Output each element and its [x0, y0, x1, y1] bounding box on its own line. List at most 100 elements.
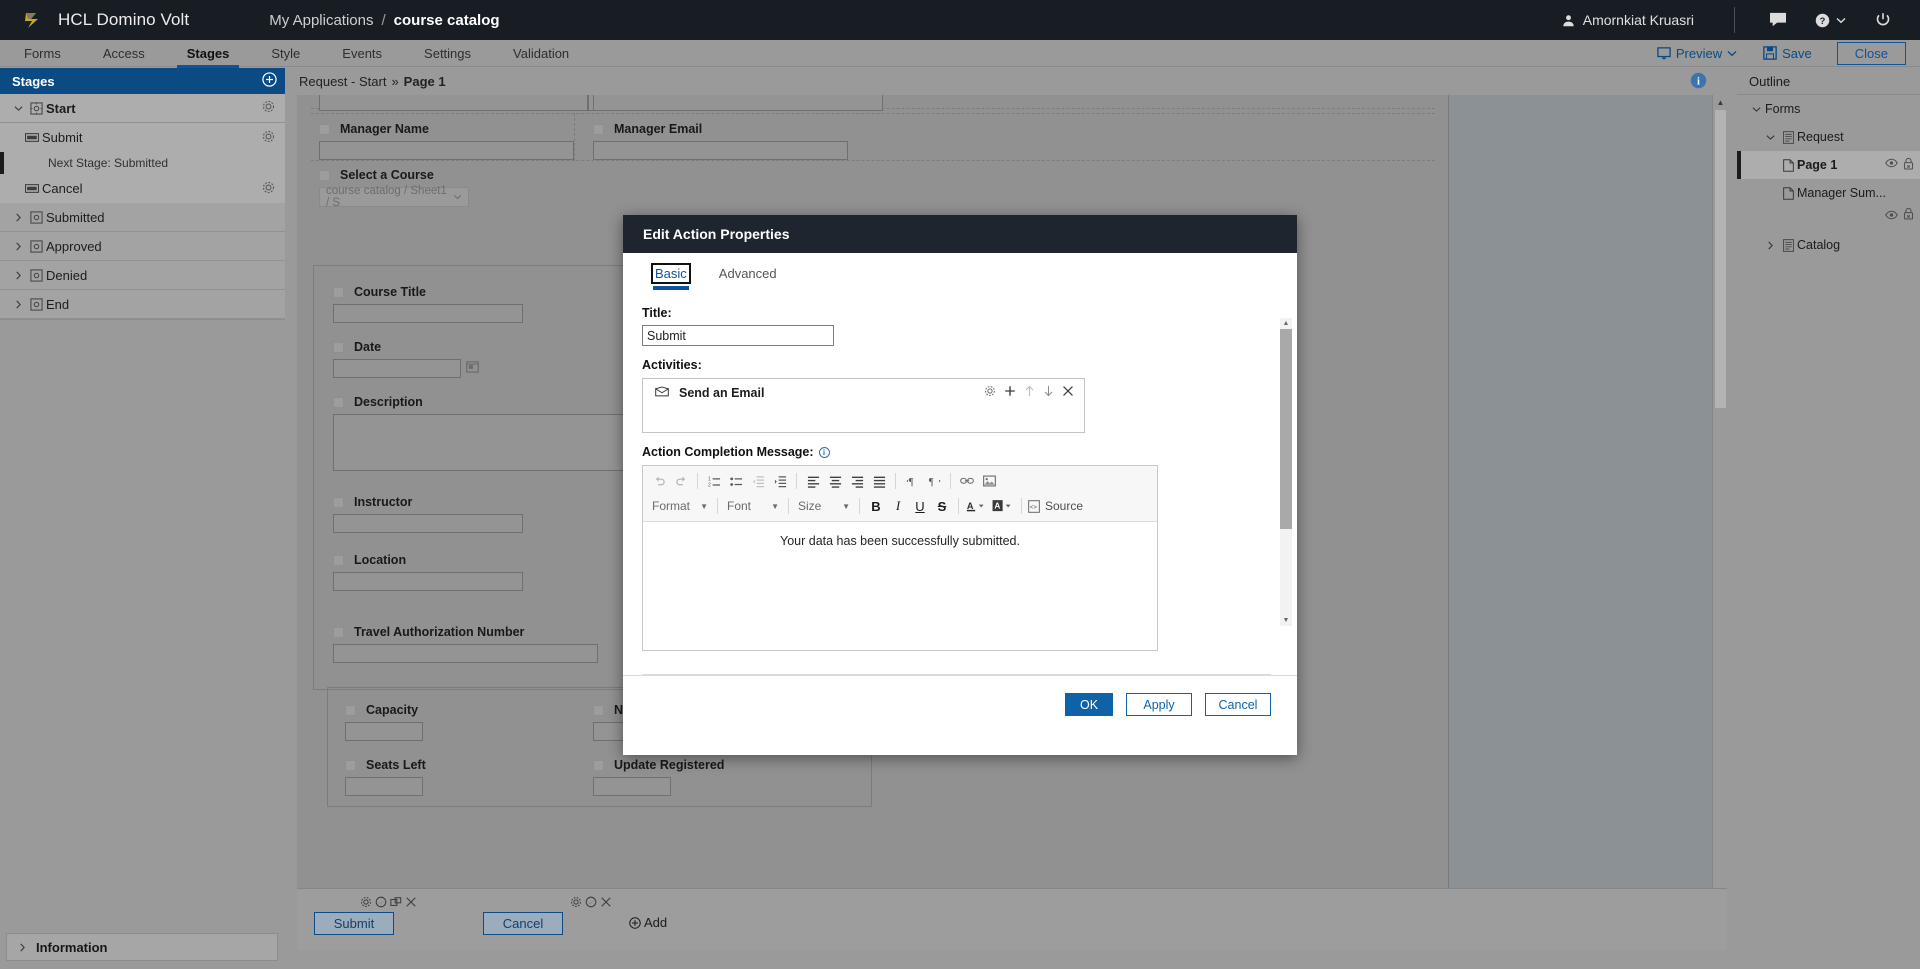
help-menu[interactable]: ? [1801, 0, 1860, 40]
field-checkbox[interactable] [345, 759, 356, 771]
dialog-scrollbar[interactable]: ▲ ▼ [1280, 318, 1292, 626]
gear-icon[interactable] [360, 895, 372, 913]
outline-item-forms[interactable]: Forms [1737, 95, 1920, 123]
tab-validation[interactable]: Validation [513, 40, 569, 67]
align-center-icon[interactable] [825, 471, 845, 491]
tab-settings[interactable]: Settings [424, 40, 471, 67]
scroll-up-arrow-icon[interactable]: ▲ [1713, 95, 1727, 109]
field-checkbox[interactable] [345, 704, 356, 716]
gear-icon[interactable] [262, 100, 275, 116]
close-icon[interactable] [600, 895, 612, 913]
link-icon[interactable] [957, 471, 977, 491]
title-input[interactable] [642, 325, 834, 346]
add-stage-button[interactable] [262, 72, 277, 90]
field-checkbox[interactable] [333, 554, 344, 566]
field-date[interactable]: Date [333, 340, 479, 378]
scroll-down-arrow-icon[interactable]: ▼ [1280, 615, 1292, 626]
tab-stages[interactable]: Stages [176, 40, 239, 68]
chevron-right-icon[interactable] [10, 299, 26, 309]
field-checkbox[interactable] [319, 169, 330, 181]
tab-access[interactable]: Access [103, 40, 145, 67]
stage-item-denied[interactable]: Denied [0, 261, 285, 290]
chevron-right-icon[interactable] [10, 212, 26, 222]
outdent-icon[interactable] [748, 471, 768, 491]
justify-icon[interactable] [869, 471, 889, 491]
close-icon[interactable] [1062, 385, 1074, 400]
image-icon[interactable] [979, 471, 999, 491]
numbered-list-icon[interactable]: 12 [704, 471, 724, 491]
field-select-a-course[interactable]: Select a Course course catalog / Sheet1 … [319, 168, 609, 209]
stage-item-end[interactable]: End [0, 290, 285, 319]
scrollbar-thumb[interactable] [1280, 329, 1292, 529]
arrow-up-icon[interactable] [1024, 385, 1035, 400]
chevron-right-icon[interactable] [10, 270, 26, 280]
field-checkbox[interactable] [333, 341, 344, 353]
stage-item-submitted[interactable]: Submitted [0, 203, 285, 232]
stage-action-submit[interactable]: Submit [0, 123, 285, 152]
form-cancel-button[interactable]: Cancel [483, 912, 563, 935]
user-menu[interactable]: Amornkiat Kruasri [1562, 12, 1714, 28]
bulleted-list-icon[interactable] [726, 471, 746, 491]
field-input[interactable] [333, 359, 461, 378]
field-input[interactable] [333, 514, 523, 533]
field-capacity[interactable]: Capacity [345, 703, 423, 741]
field-instructor[interactable]: Instructor [333, 495, 523, 533]
field-input-cutoff-right[interactable] [593, 95, 883, 111]
underline-button[interactable]: U [910, 496, 930, 516]
field-checkbox[interactable] [593, 759, 604, 771]
field-checkbox[interactable] [593, 704, 604, 716]
font-dropdown[interactable]: Font ▼ [724, 496, 782, 516]
outline-item-page-1[interactable]: Page 1 [1737, 151, 1920, 179]
save-button[interactable]: Save [1750, 40, 1825, 67]
breadcrumb-root[interactable]: My Applications [269, 12, 373, 29]
apply-button[interactable]: Apply [1126, 693, 1192, 716]
canvas-scrollbar[interactable]: ▲ ▼ [1712, 95, 1727, 950]
power-icon[interactable] [1860, 0, 1906, 40]
eye-icon[interactable] [1885, 207, 1898, 223]
ltr-icon[interactable]: ¶ [902, 471, 922, 491]
tab-forms[interactable]: Forms [24, 40, 61, 67]
stage-item-start[interactable]: Start [0, 94, 285, 123]
plus-icon[interactable] [1004, 385, 1016, 400]
gear-icon[interactable] [262, 130, 275, 146]
undo-icon[interactable] [649, 471, 669, 491]
stage-action-cancel[interactable]: Cancel [0, 174, 285, 203]
italic-button[interactable]: I [888, 496, 908, 516]
source-button[interactable]: <> Source [1028, 496, 1083, 516]
field-input[interactable] [333, 644, 598, 663]
field-checkbox[interactable] [333, 496, 344, 508]
close-button[interactable]: Close [1836, 41, 1906, 65]
preview-button[interactable]: Preview [1644, 40, 1750, 67]
text-color-icon[interactable]: A [965, 496, 989, 516]
gear-icon[interactable] [262, 181, 275, 197]
chevron-right-icon[interactable] [1761, 240, 1779, 250]
ok-button[interactable]: OK [1065, 693, 1113, 716]
size-dropdown[interactable]: Size ▼ [795, 496, 853, 516]
close-icon[interactable] [405, 895, 417, 913]
chevron-down-icon[interactable] [1747, 106, 1765, 113]
chevron-down-icon[interactable] [1761, 134, 1779, 141]
field-checkbox[interactable] [333, 626, 344, 638]
message-body[interactable]: Your data has been successfully submitte… [643, 522, 1157, 650]
field-checkbox[interactable] [333, 286, 344, 298]
activity-item-send-an-email[interactable]: Send an Email [643, 379, 1084, 406]
form-submit-button[interactable]: Submit [314, 912, 394, 935]
field-course-title[interactable]: Course Title [333, 285, 523, 323]
tab-events[interactable]: Events [342, 40, 382, 67]
field-location[interactable]: Location [333, 553, 523, 591]
strikethrough-button[interactable]: S [932, 496, 952, 516]
tab-basic[interactable]: Basic [651, 263, 691, 290]
background-color-icon[interactable]: A [991, 496, 1015, 516]
info-icon[interactable]: i [1690, 72, 1707, 92]
rtl-icon[interactable]: ¶ [924, 471, 944, 491]
chevron-right-icon[interactable] [10, 241, 26, 251]
field-checkbox[interactable] [333, 396, 344, 408]
lock-icon[interactable] [1903, 207, 1914, 223]
chat-icon[interactable] [1755, 0, 1801, 40]
add-button[interactable]: Add [629, 915, 667, 930]
align-right-icon[interactable] [847, 471, 867, 491]
chevron-down-icon[interactable] [10, 105, 26, 112]
gear-icon[interactable] [984, 385, 996, 400]
field-input[interactable] [345, 722, 423, 741]
outline-item-catalog[interactable]: Catalog [1737, 231, 1920, 259]
